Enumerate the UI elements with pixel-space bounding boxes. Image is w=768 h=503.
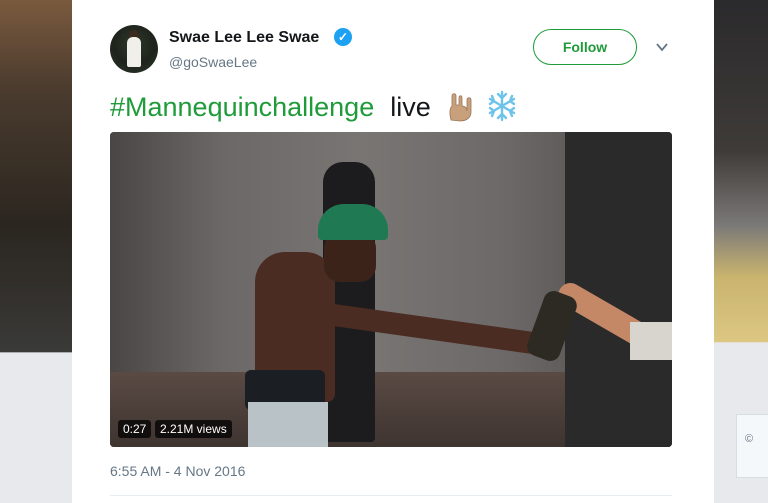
author-handle[interactable]: @goSwaeLee	[169, 54, 257, 70]
follow-button[interactable]: Follow	[533, 29, 637, 65]
verified-badge-icon: ✓	[334, 28, 352, 46]
video-sleeve	[630, 322, 672, 360]
hashtag-link[interactable]: #Mannequinchallenge	[110, 92, 374, 122]
video-jeans	[248, 402, 328, 447]
background-left	[0, 0, 72, 503]
chevron-down-icon[interactable]	[655, 40, 669, 54]
background-right: ©	[714, 0, 768, 503]
avatar-figure	[127, 37, 141, 67]
tweet-card: Swae Lee Lee Swae ✓ @goSwaeLee Follow #M…	[72, 0, 714, 503]
tweet-body: live	[390, 92, 431, 122]
video-player[interactable]: 0:27 2.21M views	[110, 132, 672, 447]
video-green-cap	[318, 204, 388, 240]
snowflake-emoji	[488, 90, 515, 122]
divider	[110, 495, 672, 496]
background-strip	[0, 402, 72, 503]
tweet-text: #Mannequinchallenge live	[110, 90, 518, 123]
side-panel: ©	[736, 414, 768, 478]
side-panel-text: ©	[745, 433, 754, 445]
video-duration-badge: 0:27	[118, 420, 152, 438]
avatar[interactable]	[110, 25, 158, 73]
tweet-timestamp[interactable]: 6:55 AM - 4 Nov 2016	[110, 463, 245, 479]
author-name[interactable]: Swae Lee Lee Swae	[169, 29, 319, 47]
sign-of-horns-emoji	[449, 93, 472, 122]
video-views-badge: 2.21M views	[155, 420, 232, 438]
